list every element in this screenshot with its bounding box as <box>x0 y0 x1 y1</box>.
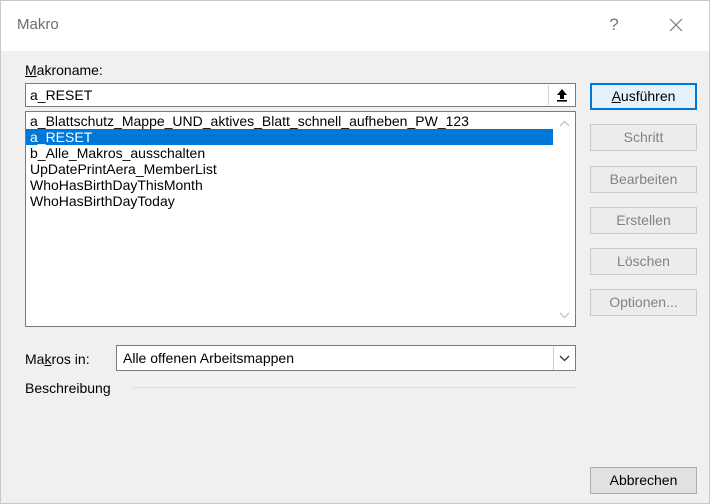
macros-in-dropdown-button[interactable] <box>553 346 575 370</box>
macro-list-scrollbar[interactable] <box>554 112 575 326</box>
scroll-down-arrow[interactable] <box>554 306 575 324</box>
chevron-up-icon <box>559 120 570 126</box>
cancel-button[interactable]: Abbrechen <box>590 467 697 494</box>
macro-list[interactable]: a_Blattschutz_Mappe_UND_aktives_Blatt_sc… <box>25 111 576 327</box>
chevron-down-icon <box>559 312 570 318</box>
arrow-up-bar-icon <box>556 89 567 102</box>
create-button[interactable]: Erstellen <box>590 207 697 234</box>
description-label: Beschreibung <box>25 380 111 396</box>
title-bar: Makro ? <box>1 1 709 51</box>
macro-list-item[interactable]: WhoHasBirthDayToday <box>26 193 553 209</box>
delete-button[interactable]: Löschen <box>590 248 697 275</box>
macro-list-item[interactable]: WhoHasBirthDayThisMonth <box>26 177 553 193</box>
macro-list-item[interactable]: UpDatePrintAera_MemberList <box>26 161 553 177</box>
macro-list-items: a_Blattschutz_Mappe_UND_aktives_Blatt_sc… <box>26 113 553 209</box>
options-button[interactable]: Optionen... <box>590 289 697 316</box>
chevron-down-icon <box>559 355 570 361</box>
macro-list-item[interactable]: b_Alle_Makros_ausschalten <box>26 145 553 161</box>
macro-name-label: Makroname: <box>25 62 103 78</box>
macro-list-item[interactable]: a_Blattschutz_Mappe_UND_aktives_Blatt_sc… <box>26 113 553 129</box>
edit-button[interactable]: Bearbeiten <box>590 166 697 193</box>
macros-in-select[interactable]: Alle offenen Arbeitsmappen <box>116 345 576 371</box>
run-button[interactable]: Ausführen <box>590 83 697 110</box>
close-button[interactable] <box>662 11 690 39</box>
description-separator <box>133 387 577 388</box>
macros-in-value: Alle offenen Arbeitsmappen <box>123 350 294 366</box>
macro-dialog: Makro ? Makroname: a_RESET a_Blattschutz… <box>0 0 710 504</box>
macro-name-value: a_RESET <box>30 87 93 103</box>
help-button[interactable]: ? <box>602 11 626 39</box>
macros-in-label: Makros in: <box>25 351 90 367</box>
window-title: Makro <box>17 16 59 33</box>
macro-list-item[interactable]: a_RESET <box>26 129 553 145</box>
select-up-button[interactable] <box>548 85 574 105</box>
step-button[interactable]: Schritt <box>590 124 697 151</box>
macro-name-input[interactable]: a_RESET <box>25 83 576 107</box>
scroll-up-arrow[interactable] <box>554 114 575 132</box>
close-icon <box>669 18 683 32</box>
